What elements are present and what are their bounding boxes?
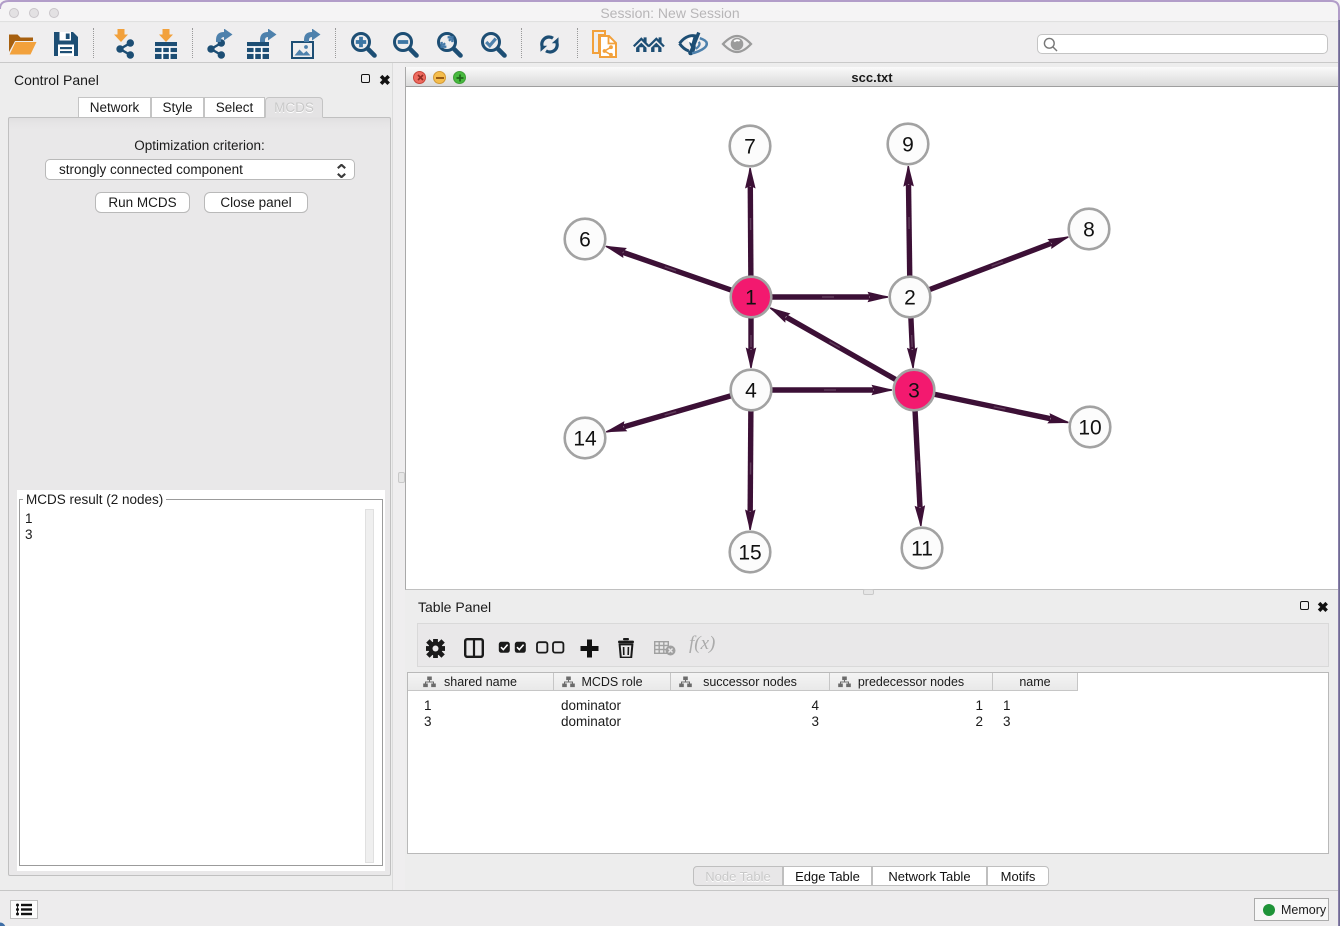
svg-text:7: 7 bbox=[744, 136, 756, 159]
svg-text:9: 9 bbox=[902, 134, 914, 157]
svg-text:15: 15 bbox=[738, 542, 761, 565]
svg-text:14: 14 bbox=[573, 428, 597, 451]
svg-text:10: 10 bbox=[1078, 417, 1101, 440]
svg-text:11: 11 bbox=[911, 538, 933, 561]
svg-text:3: 3 bbox=[908, 380, 920, 403]
svg-text:4: 4 bbox=[745, 380, 757, 403]
svg-text:6: 6 bbox=[579, 229, 591, 252]
svg-text:2: 2 bbox=[904, 287, 916, 310]
svg-text:1: 1 bbox=[745, 287, 757, 310]
svg-text:8: 8 bbox=[1083, 219, 1095, 242]
